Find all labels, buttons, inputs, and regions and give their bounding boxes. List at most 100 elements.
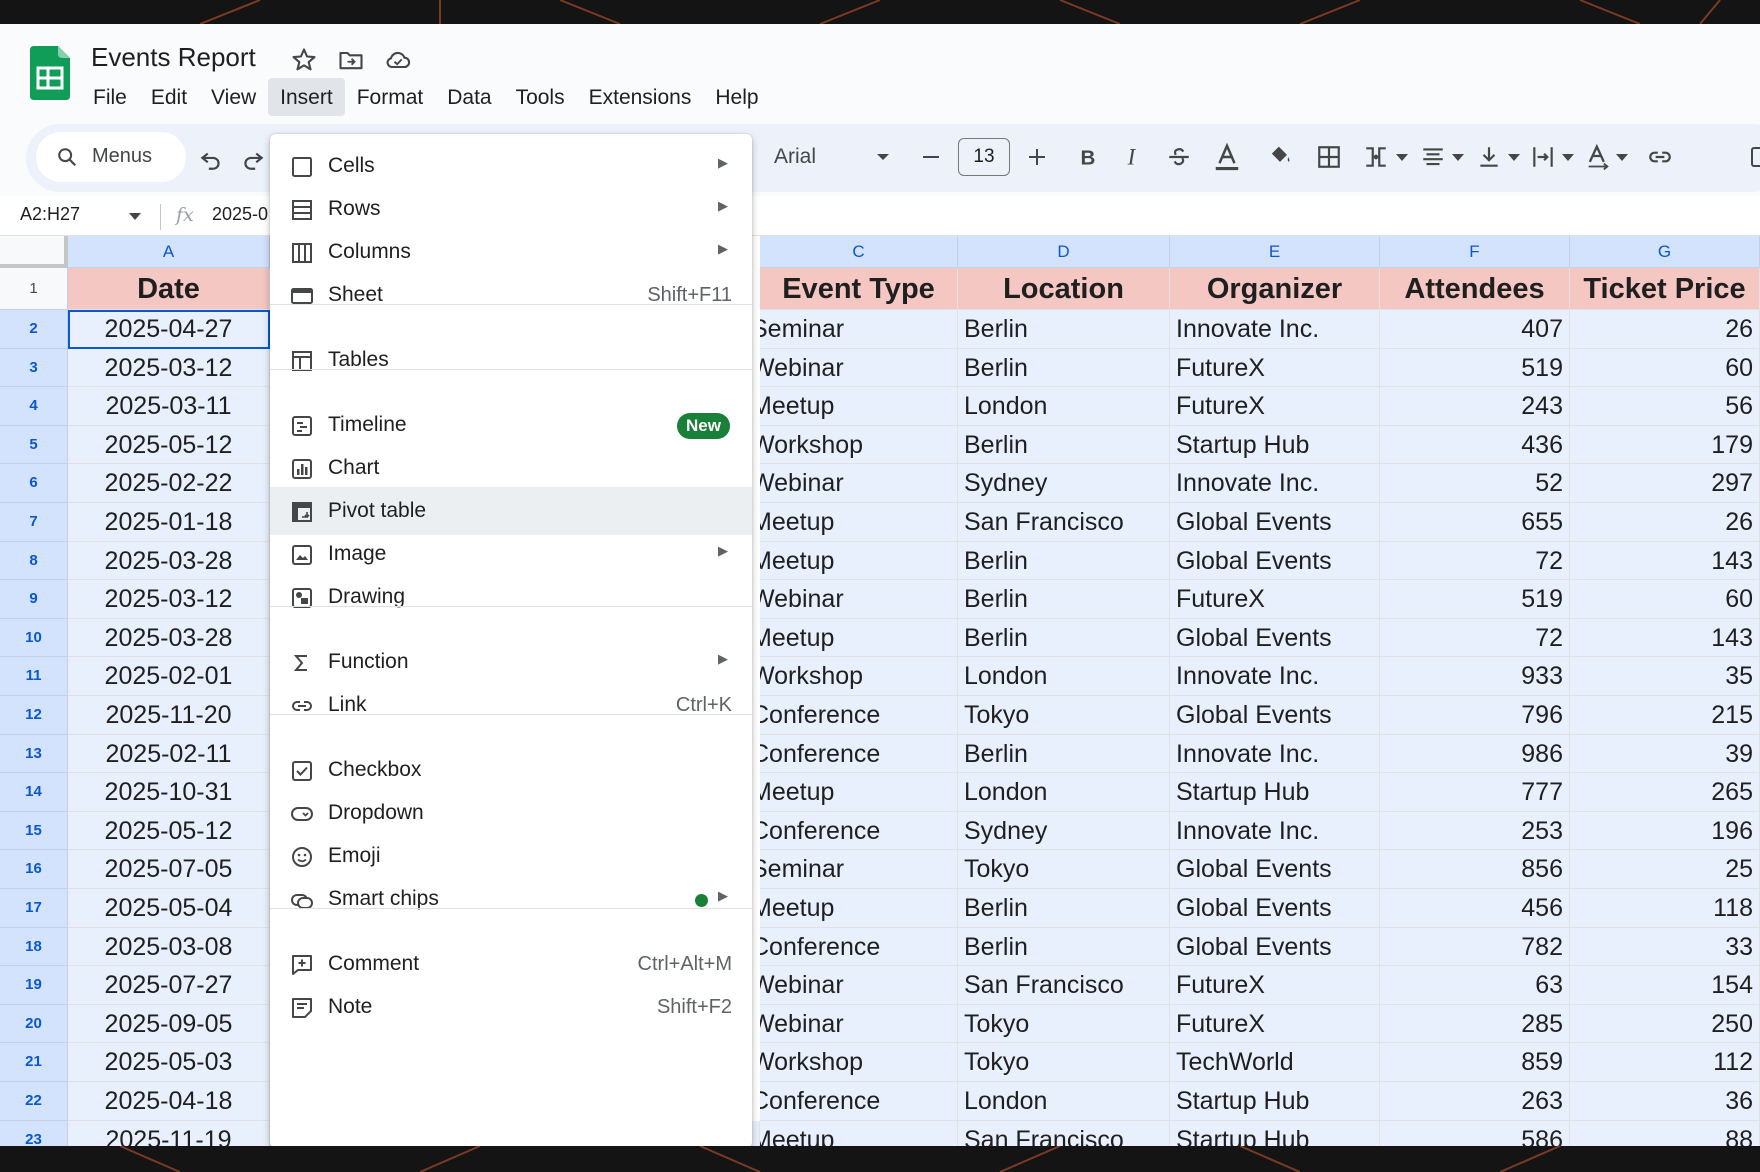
table-cell[interactable]: 2025-05-03 [68, 1043, 270, 1082]
insert-link-icon[interactable] [1646, 144, 1674, 170]
row-header[interactable]: 10 [0, 618, 68, 658]
row-header[interactable]: 13 [0, 734, 68, 774]
increase-font-size-icon[interactable] [1026, 146, 1048, 168]
table-cell[interactable]: 72 [1380, 618, 1570, 658]
table-cell[interactable]: Global Events [1170, 850, 1380, 889]
menu-view[interactable]: View [199, 78, 268, 116]
table-cell[interactable]: 250 [1570, 1004, 1760, 1044]
header-cell[interactable]: Date [68, 268, 270, 310]
search-menus-button[interactable]: Menus [36, 132, 186, 182]
fill-color-icon[interactable] [1266, 142, 1294, 170]
table-cell[interactable]: 2025-10-31 [68, 773, 270, 812]
table-cell[interactable]: London [958, 1082, 1170, 1121]
table-cell[interactable]: Berlin [958, 348, 1170, 388]
table-cell[interactable]: Global Events [1170, 503, 1380, 542]
table-cell[interactable]: Conference [760, 734, 958, 774]
table-cell[interactable]: 2025-02-11 [68, 734, 270, 774]
row-header[interactable]: 5 [0, 425, 68, 465]
table-cell[interactable]: FutureX [1170, 966, 1380, 1005]
table-cell[interactable]: 2025-07-27 [68, 966, 270, 1005]
menu-item-pivot-table[interactable]: Pivot table [270, 487, 752, 535]
menu-item-chart[interactable]: Chart [270, 444, 752, 492]
select-all-corner[interactable] [0, 236, 68, 268]
table-cell[interactable]: Berlin [958, 734, 1170, 774]
table-cell[interactable]: Meetup [760, 387, 958, 426]
table-cell[interactable]: 2025-05-12 [68, 811, 270, 851]
table-cell[interactable]: 2025-07-05 [68, 850, 270, 889]
menu-insert[interactable]: Insert [268, 78, 345, 116]
table-cell[interactable]: 179 [1570, 425, 1760, 465]
table-cell[interactable]: FutureX [1170, 387, 1380, 426]
table-cell[interactable]: 26 [1570, 310, 1760, 349]
table-cell[interactable]: 265 [1570, 773, 1760, 812]
menu-help[interactable]: Help [703, 78, 770, 116]
table-cell[interactable]: 297 [1570, 464, 1760, 503]
italic-icon[interactable]: I [1120, 144, 1146, 170]
table-cell[interactable]: 88 [1570, 1120, 1760, 1146]
table-cell[interactable]: Conference [760, 927, 958, 967]
halign-dropdown-icon[interactable] [1452, 154, 1464, 162]
menu-item-function[interactable]: Function ▶ [270, 638, 752, 686]
table-cell[interactable]: Global Events [1170, 696, 1380, 735]
row-header[interactable]: 16 [0, 850, 68, 889]
merge-dropdown-icon[interactable] [1396, 154, 1408, 162]
table-cell[interactable]: 586 [1380, 1120, 1570, 1146]
table-cell[interactable]: 782 [1380, 927, 1570, 967]
star-icon[interactable] [290, 46, 318, 74]
font-family-select[interactable]: Arial [774, 145, 816, 169]
table-cell[interactable]: Conference [760, 1082, 958, 1121]
table-cell[interactable]: 986 [1380, 734, 1570, 774]
row-header[interactable]: 23 [0, 1120, 68, 1146]
row-header[interactable]: 8 [0, 541, 68, 581]
column-header-a[interactable]: A [68, 236, 270, 268]
menu-file[interactable]: File [81, 78, 139, 116]
table-cell[interactable]: 777 [1380, 773, 1570, 812]
row-header[interactable]: 19 [0, 966, 68, 1005]
menu-item-comment[interactable]: Comment Ctrl+Alt+M [270, 940, 752, 988]
table-cell[interactable]: 2025-03-12 [68, 348, 270, 388]
table-cell[interactable]: Meetup [760, 618, 958, 658]
column-header-g[interactable]: G [1570, 236, 1760, 268]
table-cell[interactable]: 407 [1380, 310, 1570, 349]
menu-tools[interactable]: Tools [504, 78, 577, 116]
column-header-e[interactable]: E [1170, 236, 1380, 268]
table-cell[interactable]: Meetup [760, 541, 958, 581]
merge-cells-icon[interactable] [1362, 144, 1390, 170]
sheets-logo-icon[interactable] [30, 46, 70, 100]
bold-icon[interactable]: B [1074, 144, 1100, 170]
table-cell[interactable]: Startup Hub [1170, 1082, 1380, 1121]
table-cell[interactable]: Berlin [958, 889, 1170, 928]
table-cell[interactable]: Berlin [958, 425, 1170, 465]
text-wrapping-icon[interactable] [1530, 144, 1556, 170]
table-cell[interactable]: Startup Hub [1170, 773, 1380, 812]
table-cell[interactable]: Startup Hub [1170, 1120, 1380, 1146]
table-cell[interactable]: Webinar [760, 1004, 958, 1044]
menu-edit[interactable]: Edit [139, 78, 199, 116]
table-cell[interactable]: Tokyo [958, 1043, 1170, 1082]
row-header[interactable]: 14 [0, 773, 68, 812]
table-cell[interactable]: 933 [1380, 657, 1570, 696]
row-header[interactable]: 18 [0, 927, 68, 967]
table-cell[interactable]: 143 [1570, 618, 1760, 658]
header-cell[interactable]: Attendees [1380, 268, 1570, 310]
table-cell[interactable]: Workshop [760, 1043, 958, 1082]
table-cell[interactable]: Seminar [760, 310, 958, 349]
table-cell[interactable]: 26 [1570, 503, 1760, 542]
redo-icon[interactable] [240, 146, 266, 172]
font-dropdown-icon[interactable] [876, 152, 890, 162]
table-cell[interactable]: 285 [1380, 1004, 1570, 1044]
decrease-font-size-icon[interactable] [920, 146, 942, 168]
borders-icon[interactable] [1316, 144, 1342, 170]
row-header[interactable]: 17 [0, 889, 68, 928]
column-header-f[interactable]: F [1380, 236, 1570, 268]
table-cell[interactable]: Innovate Inc. [1170, 310, 1380, 349]
table-cell[interactable]: 36 [1570, 1082, 1760, 1121]
wrap-dropdown-icon[interactable] [1562, 154, 1574, 162]
font-size-input[interactable]: 13 [958, 138, 1010, 176]
table-cell[interactable]: 2025-03-28 [68, 618, 270, 658]
table-cell[interactable]: Innovate Inc. [1170, 811, 1380, 851]
table-cell[interactable]: 2025-04-18 [68, 1082, 270, 1121]
table-cell[interactable]: Meetup [760, 773, 958, 812]
menu-item-sheet[interactable]: Sheet Shift+F11 [270, 271, 752, 319]
header-cell[interactable]: Event Type [760, 268, 958, 310]
